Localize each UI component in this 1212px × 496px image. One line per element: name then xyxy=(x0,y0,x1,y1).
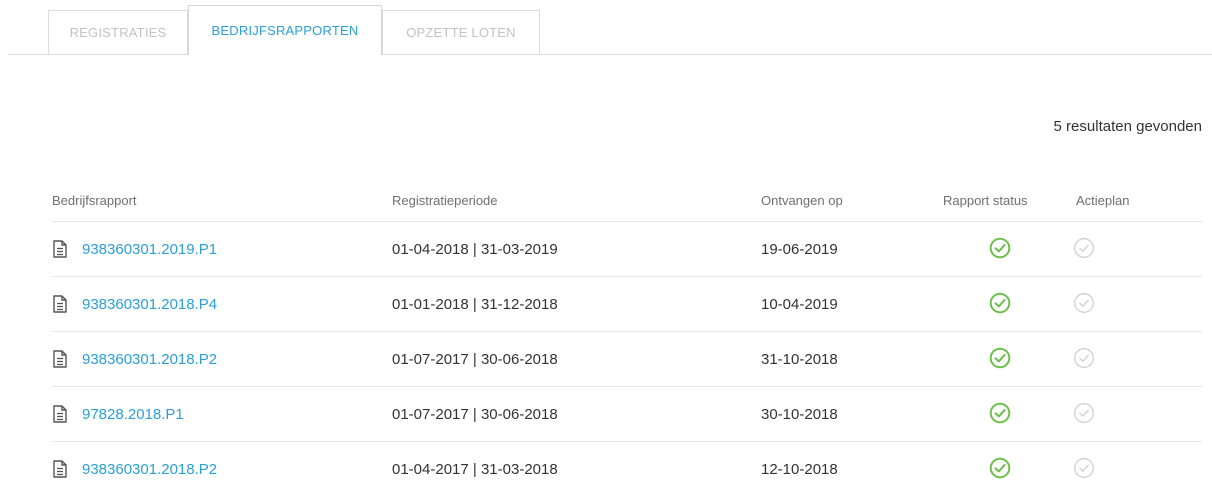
received-date: 10-04-2019 xyxy=(761,296,838,313)
check-circle-icon xyxy=(989,237,1011,259)
registration-period: 01-04-2018 | 31-03-2019 xyxy=(392,241,558,258)
tab-opzette-loten[interactable]: OPZETTE LOTEN xyxy=(382,10,540,54)
report-link[interactable]: 938360301.2018.P2 xyxy=(82,461,217,478)
registration-period: 01-07-2017 | 30-06-2018 xyxy=(392,351,558,368)
registration-period: 01-01-2018 | 31-12-2018 xyxy=(392,296,558,313)
document-icon xyxy=(53,405,67,423)
received-date: 30-10-2018 xyxy=(761,406,838,423)
received-date: 31-10-2018 xyxy=(761,351,838,368)
report-link[interactable]: 938360301.2019.P1 xyxy=(82,241,217,258)
document-icon xyxy=(53,240,67,258)
tab-bar: REGISTRATIES BEDRIJFSRAPPORTEN OPZETTE L… xyxy=(8,0,1212,55)
report-link[interactable]: 97828.2018.P1 xyxy=(82,406,184,423)
table-row: 938360301.2018.P2 01-07-2017 | 30-06-201… xyxy=(52,332,1202,387)
reports-table: Bedrijfsrapport Registratieperiode Ontva… xyxy=(52,187,1202,496)
report-link[interactable]: 938360301.2018.P2 xyxy=(82,351,217,368)
table-row: 938360301.2018.P2 01-04-2017 | 31-03-201… xyxy=(52,442,1202,496)
check-circle-icon xyxy=(989,402,1011,424)
check-circle-outline-icon[interactable] xyxy=(1073,237,1095,259)
header-bedrijfsrapport[interactable]: Bedrijfsrapport xyxy=(52,193,137,208)
registration-period: 01-04-2017 | 31-03-2018 xyxy=(392,461,558,478)
check-circle-outline-icon[interactable] xyxy=(1073,402,1095,424)
table-row: 938360301.2018.P4 01-01-2018 | 31-12-201… xyxy=(52,277,1202,332)
report-link[interactable]: 938360301.2018.P4 xyxy=(82,296,217,313)
check-circle-icon xyxy=(989,292,1011,314)
check-circle-outline-icon[interactable] xyxy=(1073,347,1095,369)
tab-registraties[interactable]: REGISTRATIES xyxy=(48,10,188,54)
check-circle-icon xyxy=(989,457,1011,479)
document-icon xyxy=(53,295,67,313)
header-ontvangen-op[interactable]: Ontvangen op xyxy=(761,193,843,208)
registration-period: 01-07-2017 | 30-06-2018 xyxy=(392,406,558,423)
table-row: 938360301.2019.P1 01-04-2018 | 31-03-201… xyxy=(52,222,1202,277)
header-registratieperiode[interactable]: Registratieperiode xyxy=(392,193,498,208)
document-icon xyxy=(53,460,67,478)
check-circle-outline-icon[interactable] xyxy=(1073,292,1095,314)
document-icon xyxy=(53,350,67,368)
header-actieplan[interactable]: Actieplan xyxy=(1076,193,1129,208)
table-row: 97828.2018.P1 01-07-2017 | 30-06-2018 30… xyxy=(52,387,1202,442)
received-date: 12-10-2018 xyxy=(761,461,838,478)
table-header: Bedrijfsrapport Registratieperiode Ontva… xyxy=(52,187,1202,222)
tab-bedrijfsrapporten[interactable]: BEDRIJFSRAPPORTEN xyxy=(188,5,382,55)
header-rapport-status[interactable]: Rapport status xyxy=(943,193,1028,208)
check-circle-outline-icon[interactable] xyxy=(1073,457,1095,479)
result-count: 5 resultaten gevonden xyxy=(1053,118,1202,135)
received-date: 19-06-2019 xyxy=(761,241,838,258)
check-circle-icon xyxy=(989,347,1011,369)
